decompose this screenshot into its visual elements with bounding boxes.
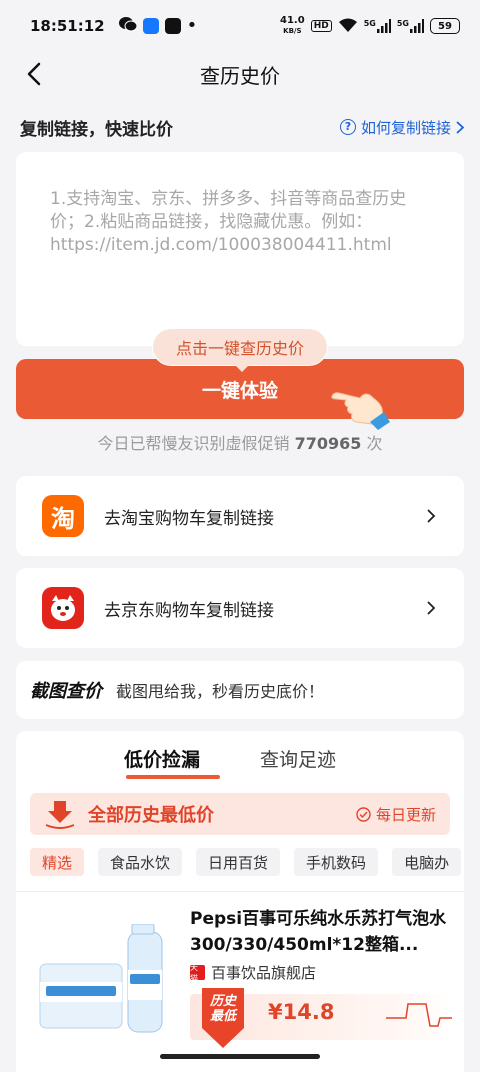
- check-circle-icon: [356, 806, 371, 822]
- copy-link-header: 复制链接，快速比价 ? 如何复制链接: [20, 112, 464, 142]
- status-right: 41.0 KB/S HD 5G 5G 59: [280, 16, 460, 36]
- hd-badge: HD: [310, 20, 332, 32]
- chevron-right-icon: [427, 509, 436, 523]
- signal-icon-1: 5G: [364, 19, 391, 33]
- nav-bar: 查历史价: [0, 52, 480, 96]
- category-tab[interactable]: 电脑办: [392, 848, 462, 876]
- jd-logo-icon: [42, 587, 84, 629]
- wifi-icon: [338, 17, 358, 36]
- tmall-badge: 天猫: [190, 963, 205, 983]
- category-tab[interactable]: 食品水饮: [98, 848, 183, 876]
- counter-value: 770965: [294, 434, 362, 453]
- how-to-copy-label: 如何复制链接: [360, 118, 451, 137]
- banner-title: 全部历史最低价: [88, 805, 214, 826]
- tab-query-history[interactable]: 查询足迹: [260, 745, 336, 772]
- chevron-right-icon: [427, 601, 436, 615]
- link-input-placeholder: 1.支持淘宝、京东、拼多多、抖音等商品查历史价；2.粘贴商品链接，找隐藏优惠。例…: [50, 189, 407, 255]
- counter-prefix: 今日已帮慢友识别虚假促销: [97, 434, 290, 453]
- daily-update: 每日更新: [356, 804, 436, 825]
- chevron-right-icon: [456, 120, 464, 134]
- back-button[interactable]: [18, 58, 50, 90]
- taobao-cart-link[interactable]: 淘 去淘宝购物车复制链接: [16, 476, 464, 556]
- tab-active-indicator: [126, 775, 220, 779]
- status-time: 18:51:12: [30, 17, 105, 35]
- screenshot-title: 截图查价: [30, 681, 102, 702]
- down-arrow-icon: [45, 801, 75, 829]
- link-input-area[interactable]: 1.支持淘宝、京东、拼多多、抖音等商品查历史价；2.粘贴商品链接，找隐藏优惠。例…: [16, 152, 464, 346]
- net-speed-value: 41.0: [280, 15, 305, 26]
- taobao-logo-icon: 淘: [42, 495, 84, 537]
- product-price: ¥14.8: [268, 1000, 335, 1024]
- signal-2-label: 5G: [396, 19, 409, 28]
- category-tab[interactable]: 精选: [30, 848, 85, 876]
- product-item[interactable]: Pepsi百事可乐纯水乐苏打气泡水300/330/450ml*12整箱... 天…: [16, 891, 464, 1072]
- lowest-price-banner: 全部历史最低价 每日更新: [30, 793, 450, 835]
- page-title: 查历史价: [200, 63, 280, 88]
- category-tabs: 精选 食品水饮 日用百货 手机数码 电脑办: [30, 848, 464, 876]
- price-row: 历史 最低 ¥14.8: [190, 988, 452, 1048]
- low-price-panel: 低价捡漏 查询足迹 全部历史最低价 每日更新 精选 食品水饮 日用百货 手机数码…: [16, 731, 464, 1072]
- status-bar: 18:51:12 • 41.0 KB/S HD 5G 5G 59: [0, 0, 480, 52]
- jd-cart-label: 去京东购物车复制链接: [104, 600, 274, 621]
- back-arrow-icon: [27, 62, 41, 86]
- hint-bubble: 点击一键查历史价: [152, 328, 328, 372]
- badge-line-1: 历史: [209, 994, 236, 1009]
- copy-link-title: 复制链接，快速比价: [20, 119, 173, 140]
- status-app-icons: •: [118, 15, 198, 36]
- product-image: [36, 923, 166, 1040]
- net-speed-unit: KB/S: [283, 27, 302, 35]
- net-speed: 41.0 KB/S: [280, 16, 305, 36]
- tab-low-price[interactable]: 低价捡漏: [124, 745, 200, 772]
- signal-icon-2: 5G: [397, 19, 424, 33]
- historical-low-badge: 历史 最低: [198, 988, 248, 1052]
- signal-1-label: 5G: [363, 19, 376, 28]
- question-icon: ?: [339, 119, 356, 135]
- badge-line-2: 最低: [209, 1009, 236, 1024]
- daily-update-label: 每日更新: [375, 805, 436, 824]
- price-trend-icon: [386, 1003, 452, 1027]
- tiktok-icon: [164, 18, 181, 34]
- wechat-icon: [118, 16, 138, 36]
- shop-info: 天猫 百事饮品旗舰店: [190, 962, 316, 983]
- screenshot-price-check[interactable]: 截图查价 截图甩给我，秒看历史底价！: [16, 661, 464, 719]
- product-name: Pepsi百事可乐纯水乐苏打气泡水300/330/450ml*12整箱...: [190, 909, 447, 955]
- shop-name: 百事饮品旗舰店: [211, 964, 317, 982]
- counter-suffix: 次: [366, 434, 383, 453]
- how-to-copy-link[interactable]: ? 如何复制链接: [339, 117, 464, 138]
- jd-cart-link[interactable]: 去京东购物车复制链接: [16, 568, 464, 648]
- feishu-icon: [142, 18, 159, 34]
- screenshot-desc: 截图甩给我，秒看历史底价！: [116, 682, 325, 701]
- more-dot-icon: •: [186, 15, 198, 36]
- tab-bar: 低价捡漏 查询足迹: [16, 745, 464, 785]
- category-tab[interactable]: 日用百货: [196, 848, 281, 876]
- pointing-hand-icon: [330, 382, 392, 432]
- taobao-cart-label: 去淘宝购物车复制链接: [104, 508, 274, 529]
- home-indicator[interactable]: [160, 1054, 320, 1059]
- category-tab[interactable]: 手机数码: [294, 848, 379, 876]
- fake-promo-counter: 今日已帮慢友识别虚假促销 770965 次: [0, 430, 480, 454]
- battery-indicator: 59: [430, 18, 460, 34]
